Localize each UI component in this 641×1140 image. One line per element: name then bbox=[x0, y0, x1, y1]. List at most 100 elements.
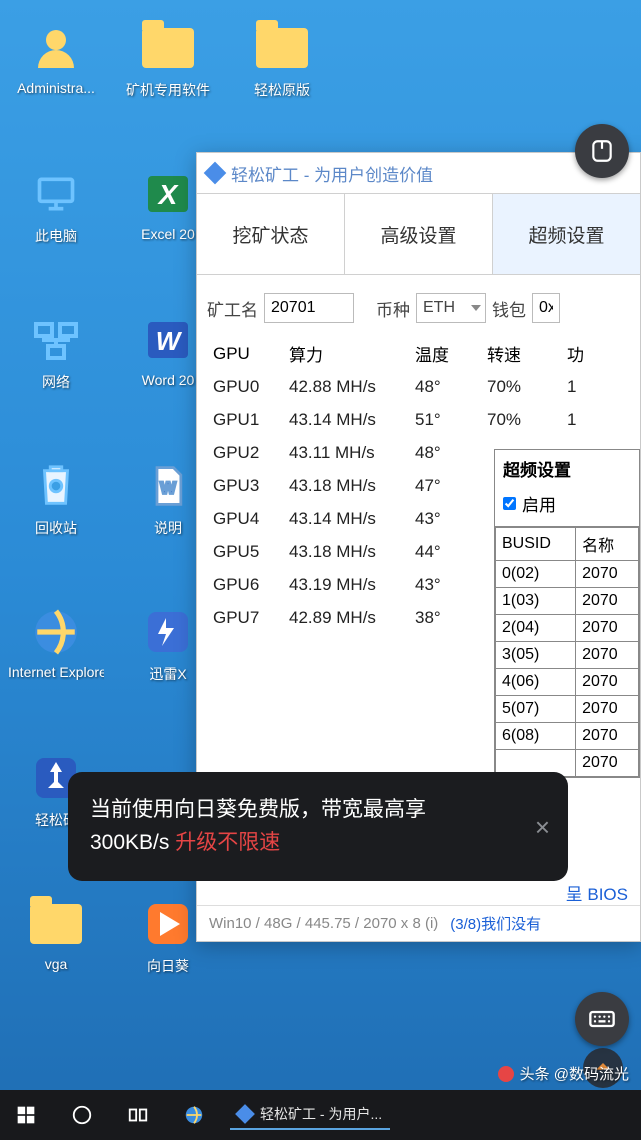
status-link[interactable]: (3/8)我们没有 bbox=[450, 913, 541, 934]
oc-busid: 0(02) bbox=[496, 561, 576, 588]
oc-row: 2(04)2070 bbox=[496, 615, 639, 642]
oc-busid: 4(06) bbox=[496, 669, 576, 696]
icon-label: 向日葵 bbox=[120, 956, 216, 976]
oc-name: 2070 bbox=[576, 561, 639, 588]
oc-col-header: BUSID bbox=[496, 528, 576, 561]
gpu-id: GPU2 bbox=[213, 443, 289, 463]
oc-busid: 2(04) bbox=[496, 615, 576, 642]
gpu-id: GPU4 bbox=[213, 509, 289, 529]
taskbar-app-label: 轻松矿工 - 为用户... bbox=[260, 1104, 382, 1124]
svg-text:W: W bbox=[160, 479, 176, 497]
oc-busid: 3(05) bbox=[496, 642, 576, 669]
excel-icon: X bbox=[140, 166, 196, 222]
icon-label: Administra... bbox=[8, 80, 104, 96]
sunlogin-icon bbox=[140, 896, 196, 952]
oc-row: 5(07)2070 bbox=[496, 696, 639, 723]
gpu-temp: 47° bbox=[415, 476, 487, 496]
icon-label: 网络 bbox=[8, 372, 104, 392]
desktop-icon[interactable]: 此电脑 bbox=[8, 166, 104, 246]
tab-0[interactable]: 挖矿状态 bbox=[197, 194, 345, 274]
app-icon bbox=[204, 162, 227, 185]
app-icon bbox=[235, 1104, 255, 1124]
oc-name: 2070 bbox=[576, 696, 639, 723]
gpu-fan: 70% bbox=[487, 410, 567, 430]
gpu-temp: 48° bbox=[415, 443, 487, 463]
doc-icon: W bbox=[140, 458, 196, 514]
coin-value: ETH bbox=[423, 299, 455, 317]
gpu-hash: 43.14 MH/s bbox=[289, 410, 415, 430]
chevron-down-icon bbox=[471, 305, 481, 311]
gpu-temp: 38° bbox=[415, 608, 487, 628]
gpu-col-header: GPU bbox=[213, 344, 289, 364]
oc-col-header: 名称 bbox=[576, 528, 639, 561]
oc-name: 2070 bbox=[576, 642, 639, 669]
overclock-panel: 超频设置 启用 BUSID名称0(02)20701(03)20702(04)20… bbox=[494, 449, 640, 778]
bios-link[interactable]: 呈 BIOS bbox=[566, 880, 628, 905]
start-button[interactable] bbox=[6, 1095, 46, 1135]
coin-select[interactable]: ETH bbox=[416, 293, 486, 323]
net-icon bbox=[28, 312, 84, 368]
toast-line2a: 300KB/s bbox=[90, 831, 175, 854]
tab-1[interactable]: 高级设置 bbox=[345, 194, 493, 274]
icon-label: 此电脑 bbox=[8, 226, 104, 246]
folder-icon bbox=[254, 20, 310, 76]
config-row: 矿工名 币种 ETH 钱包 bbox=[197, 275, 640, 333]
gpu-temp: 48° bbox=[415, 377, 487, 397]
user-icon bbox=[28, 20, 84, 76]
ie-taskbar-icon[interactable] bbox=[174, 1095, 214, 1135]
titlebar: 轻松矿工 - 为用户创造价值 bbox=[197, 153, 640, 193]
tab-bar: 挖矿状态高级设置超频设置 bbox=[197, 193, 640, 275]
task-view-button[interactable] bbox=[118, 1095, 158, 1135]
watermark-text: 头条 @数码流光 bbox=[520, 1063, 629, 1084]
gpu-hash: 43.18 MH/s bbox=[289, 542, 415, 562]
gpu-id: GPU7 bbox=[213, 608, 289, 628]
oc-header-row: BUSID名称 bbox=[496, 528, 639, 561]
oc-busid: 5(07) bbox=[496, 696, 576, 723]
icon-label: Internet Explorer bbox=[8, 664, 104, 680]
gpu-hash: 42.89 MH/s bbox=[289, 608, 415, 628]
desktop-icon[interactable]: Administra... bbox=[8, 20, 104, 96]
gpu-col-header: 温度 bbox=[415, 341, 487, 366]
oc-row: 4(06)2070 bbox=[496, 669, 639, 696]
folder-icon bbox=[140, 20, 196, 76]
remote-mouse-button[interactable] bbox=[575, 124, 629, 178]
icon-label: vga bbox=[8, 956, 104, 972]
bin-icon bbox=[28, 458, 84, 514]
gpu-row: GPU042.88 MH/s48°70%1 bbox=[213, 370, 640, 403]
desktop-icon[interactable]: Internet Explorer bbox=[8, 604, 104, 680]
gpu-id: GPU3 bbox=[213, 476, 289, 496]
tab-2[interactable]: 超频设置 bbox=[493, 194, 640, 274]
gpu-temp: 44° bbox=[415, 542, 487, 562]
ie-icon bbox=[28, 604, 84, 660]
xunlei-icon bbox=[140, 604, 196, 660]
toast-upgrade-link[interactable]: 升级不限速 bbox=[175, 831, 280, 854]
close-icon[interactable]: × bbox=[535, 806, 550, 846]
desktop-icon[interactable]: 网络 bbox=[8, 312, 104, 392]
gpu-hash: 42.88 MH/s bbox=[289, 377, 415, 397]
icon-label: 轻松原版 bbox=[234, 80, 330, 100]
desktop-icon[interactable]: vga bbox=[8, 896, 104, 972]
taskbar-app-item[interactable]: 轻松矿工 - 为用户... bbox=[230, 1100, 390, 1130]
desktop-icon[interactable]: 轻松原版 bbox=[234, 20, 330, 100]
gpu-id: GPU6 bbox=[213, 575, 289, 595]
miner-name-input[interactable] bbox=[264, 293, 354, 323]
oc-name: 2070 bbox=[576, 588, 639, 615]
svg-text:X: X bbox=[157, 179, 180, 210]
oc-name: 2070 bbox=[576, 723, 639, 750]
coin-label: 币种 bbox=[376, 296, 410, 321]
desktop-icon[interactable]: 回收站 bbox=[8, 458, 104, 538]
gpu-power: 1 bbox=[567, 410, 607, 430]
pc-icon bbox=[28, 166, 84, 222]
remote-keyboard-button[interactable] bbox=[575, 992, 629, 1046]
oc-title: 超频设置 bbox=[495, 450, 639, 487]
desktop-icon[interactable]: 矿机专用软件 bbox=[120, 20, 216, 100]
gpu-temp: 43° bbox=[415, 575, 487, 595]
gpu-col-header: 功 bbox=[567, 341, 607, 366]
gpu-col-header: 算力 bbox=[289, 341, 415, 366]
watermark: 头条 @数码流光 bbox=[498, 1063, 629, 1084]
wallet-input[interactable] bbox=[532, 293, 560, 323]
cortana-button[interactable] bbox=[62, 1095, 102, 1135]
oc-enable-checkbox[interactable] bbox=[503, 497, 516, 510]
gpu-temp: 43° bbox=[415, 509, 487, 529]
oc-name: 2070 bbox=[576, 750, 639, 777]
